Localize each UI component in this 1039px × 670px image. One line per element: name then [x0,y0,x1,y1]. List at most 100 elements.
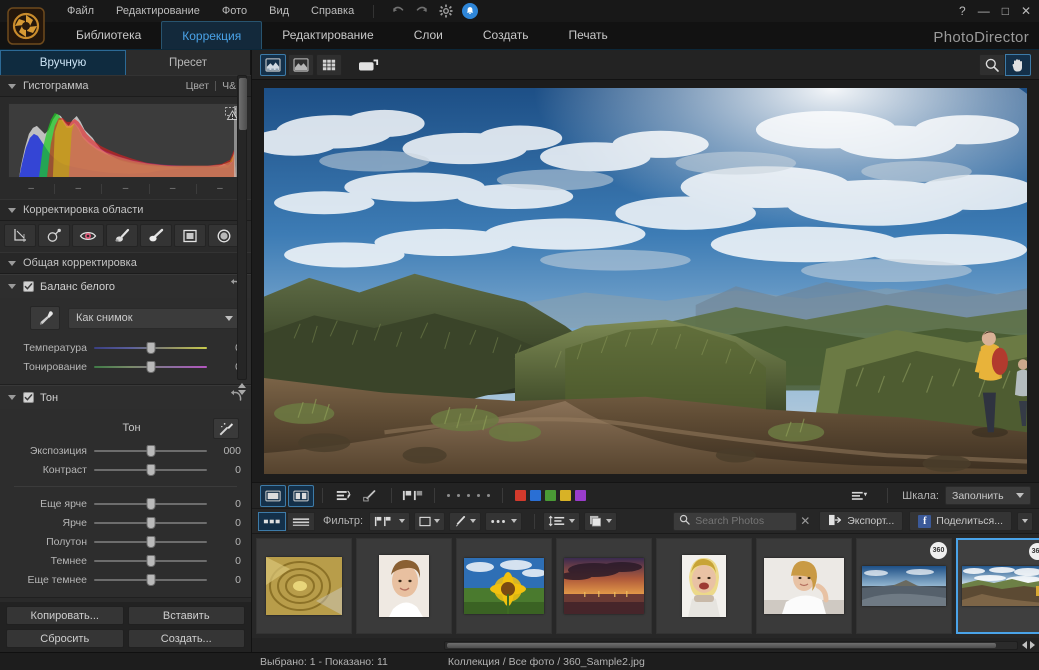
menu-edit[interactable]: Редактирование [105,3,211,19]
maximize-button[interactable]: □ [1002,4,1009,18]
list-view-toggle[interactable] [287,511,315,531]
histogram-section-header[interactable]: Гистограмма Цвет Ч&Б [0,75,251,97]
rating-pencil-button[interactable] [357,485,383,507]
help-button[interactable]: ? [959,4,966,18]
filter-tag-dropdown[interactable] [449,511,482,531]
filmstrip-scroll-arrows[interactable] [1022,641,1035,649]
tab-create[interactable]: Создать [463,21,549,49]
white-balance-checkbox[interactable] [23,281,34,292]
adjustment-brush-tool[interactable] [106,224,138,247]
export-button[interactable]: Экспорт... [819,511,904,531]
spot-removal-tool[interactable] [38,224,70,247]
global-section-header[interactable]: Общая корректировка [0,252,251,274]
search-input[interactable] [695,515,792,527]
rating-dot[interactable] [477,494,480,497]
view-options-button[interactable] [847,485,873,507]
sort-dropdown[interactable] [543,511,581,531]
slider-knob[interactable] [146,463,155,476]
scroll-left-icon[interactable] [1022,641,1027,649]
tab-preset[interactable]: Пресет [126,50,251,75]
exposure-slider[interactable] [94,444,207,458]
midtone-slider[interactable] [94,535,207,549]
eyedropper-icon[interactable] [30,306,60,330]
gradient-mask-tool[interactable] [174,224,206,247]
pan-hand-tool[interactable] [1005,53,1031,76]
tab-print[interactable]: Печать [548,21,627,49]
tint-slider[interactable] [94,360,207,374]
radial-mask-tool[interactable] [208,224,240,247]
thumb-woman-smiling[interactable] [356,538,452,634]
histogram-graph[interactable] [8,103,243,178]
rating-dot[interactable] [487,494,490,497]
clear-search-button[interactable]: ✕ [797,512,813,531]
rating-dot[interactable] [467,494,470,497]
scroll-up-icon[interactable] [238,383,246,388]
filmstrip-scrollbar[interactable] [252,638,1039,652]
auto-tone-icon[interactable] [213,417,239,439]
view-compare[interactable] [288,53,314,76]
scroll-down-icon[interactable] [238,390,246,395]
rating-dot[interactable] [447,494,450,497]
slider-knob[interactable] [146,554,155,567]
scrollbar-track[interactable] [237,75,247,380]
temperature-slider[interactable] [94,341,207,355]
menu-photo[interactable]: Фото [211,3,258,19]
rating-dots[interactable] [447,494,490,497]
darker-slider[interactable] [94,554,207,568]
tab-library[interactable]: Библиотека [56,21,161,49]
thumb-360-road[interactable]: 360 [856,538,952,634]
darker-more-slider[interactable] [94,573,207,587]
share-dropdown[interactable] [1017,511,1033,531]
slider-knob[interactable] [146,341,155,354]
zoom-tool[interactable] [979,53,1005,76]
thumbnail-view-toggle[interactable] [258,511,286,531]
thumb-woman-desk[interactable] [756,538,852,634]
thumb-girl-laughing[interactable] [656,538,752,634]
filmstrip[interactable]: 360 360 [252,534,1039,638]
redo-icon[interactable] [414,4,429,19]
undo-icon[interactable] [390,4,405,19]
red-eye-tool[interactable] [72,224,104,247]
slider-knob[interactable] [146,360,155,373]
view-single-photo[interactable] [260,53,286,76]
contrast-slider[interactable] [94,463,207,477]
menu-help[interactable]: Справка [300,3,365,19]
thumb-sunset-harbor[interactable] [556,538,652,634]
white-balance-header[interactable]: Баланс белого [0,275,251,298]
view-fullscreen[interactable] [356,54,382,76]
flag-buttons[interactable] [400,485,426,507]
rating-dot[interactable] [457,494,460,497]
thumb-spiral-stairs[interactable] [256,538,352,634]
slider-knob[interactable] [146,444,155,457]
filter-rating-dropdown[interactable] [414,511,446,531]
reset-button[interactable]: Сбросить [6,629,124,648]
notification-bell-icon[interactable] [462,3,479,19]
crop-rotate-tool[interactable] [4,224,36,247]
brush-tool[interactable] [140,224,172,247]
share-button[interactable]: f Поделиться... [909,511,1012,531]
brighter-more-slider[interactable] [94,497,207,511]
filter-flag-dropdown[interactable] [369,511,411,531]
slider-knob[interactable] [146,497,155,510]
color-swatch-purple[interactable] [575,490,586,501]
photo-preview-area[interactable] [252,80,1039,482]
filmstrip-scroll-thumb[interactable] [447,642,997,648]
tab-edit[interactable]: Редактирование [262,21,393,49]
color-swatch-yellow[interactable] [560,490,571,501]
scroll-right-icon[interactable] [1030,641,1035,649]
histogram-mode-color[interactable]: Цвет [186,80,210,92]
slider-knob[interactable] [146,516,155,529]
thumb-360-mountain[interactable]: 360 [956,538,1039,634]
color-swatch-red[interactable] [515,490,526,501]
tone-checkbox[interactable] [23,392,34,403]
color-swatch-blue[interactable] [530,490,541,501]
stack-dropdown[interactable] [584,511,618,531]
create-button[interactable]: Создать... [127,629,245,648]
before-after-single[interactable] [260,484,286,507]
tab-manual[interactable]: Вручную [0,50,126,75]
scale-select[interactable]: Заполнить [945,486,1031,505]
tone-header[interactable]: Тон [0,386,251,409]
color-swatch-green[interactable] [545,490,556,501]
tab-adjustment[interactable]: Коррекция [161,21,263,49]
minimize-button[interactable]: — [978,4,990,18]
